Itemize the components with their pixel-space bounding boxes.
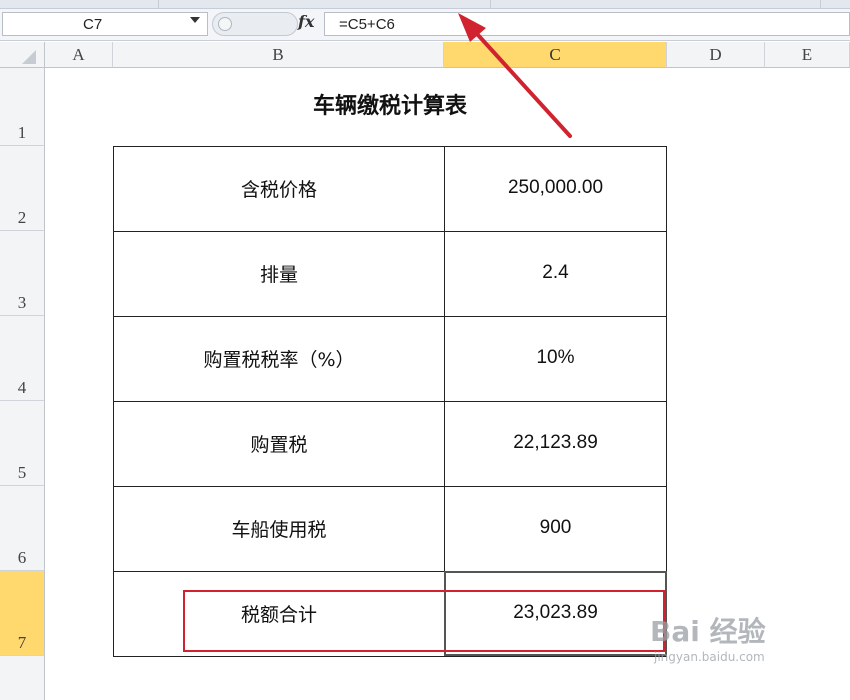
annotation-arrow-icon — [458, 13, 572, 138]
watermark-logo: Bai 经验 — [650, 615, 766, 648]
baidu-watermark: Bai 经验 jingyan.baidu.com — [650, 610, 766, 664]
watermark-url: jingyan.baidu.com — [654, 650, 765, 664]
